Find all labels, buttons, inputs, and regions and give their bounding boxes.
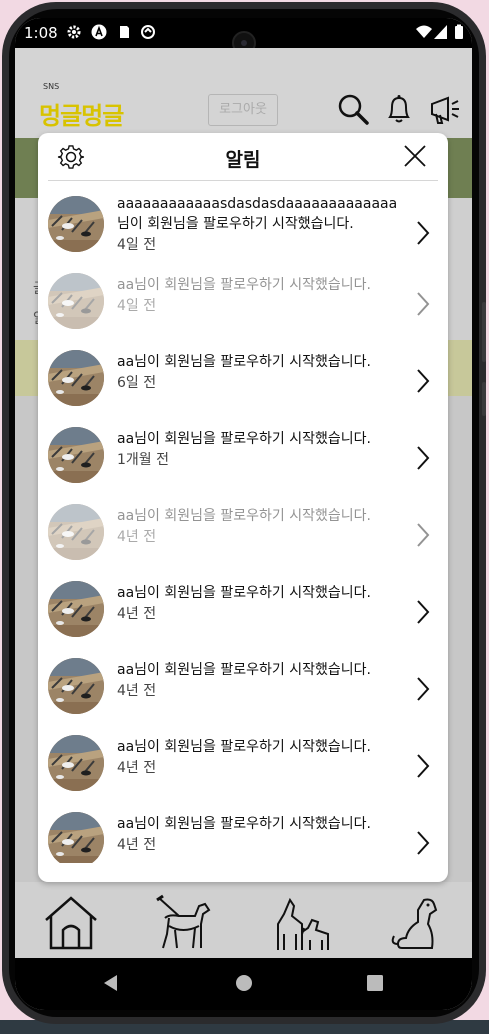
- dog-sitting-icon[interactable]: [388, 894, 446, 952]
- notification-time: 6일 전: [117, 375, 157, 391]
- notification-message: aa님이 회원님을 팔로우하기 시작했습니다.: [117, 662, 371, 678]
- volume-button: [482, 302, 486, 362]
- signal-icon: [433, 24, 449, 40]
- notification-list[interactable]: aaaaaaaaaaaasdasdasdaaaaaaaaaaaaa님이 회원님을…: [38, 183, 448, 863]
- dog-family-icon[interactable]: [272, 894, 330, 952]
- sync-icon: [140, 24, 156, 40]
- notification-time: 1개월 전: [117, 452, 169, 468]
- chevron-right-icon[interactable]: [415, 753, 431, 779]
- recents-icon[interactable]: [366, 973, 384, 997]
- notification-time: 4년 전: [117, 760, 157, 776]
- notification-time: 4년 전: [117, 529, 157, 545]
- app-header: SNS 멍글멍글 로그아웃: [15, 48, 472, 138]
- notification-message: aa님이 회원님을 팔로우하기 시작했습니다.: [117, 277, 371, 293]
- notification-time: 4일 전: [117, 237, 157, 253]
- modal-title: 알림: [225, 149, 261, 171]
- notification-item[interactable]: aa님이 회원님을 팔로우하기 시작했습니다. 4일 전: [38, 260, 448, 337]
- header-divider: [48, 180, 438, 181]
- megaphone-icon[interactable]: [428, 92, 462, 126]
- settings-icon: [66, 24, 82, 40]
- notification-item[interactable]: aa님이 회원님을 팔로우하기 시작했습니다. 4년 전: [38, 491, 448, 568]
- avatar[interactable]: [48, 504, 104, 560]
- home-icon[interactable]: [42, 894, 100, 952]
- modal-header: 알림: [38, 133, 448, 181]
- notification-message: aa님이 회원님을 팔로우하기 시작했습니다.: [117, 508, 371, 524]
- chevron-right-icon[interactable]: [415, 830, 431, 856]
- notification-item[interactable]: aaaaaaaaaaaasdasdasdaaaaaaaaaaaaa님이 회원님을…: [38, 183, 448, 260]
- avatar[interactable]: [48, 427, 104, 483]
- battery-icon: [451, 24, 467, 40]
- chevron-right-icon[interactable]: [415, 291, 431, 317]
- notification-item[interactable]: aa님이 회원님을 팔로우하기 시작했습니다. 4년 전: [38, 645, 448, 722]
- notification-message: aaaaaaaaaaaasdasdasdaaaaaaaaaaaaa님이 회원님을…: [117, 196, 398, 232]
- avatar[interactable]: [48, 196, 104, 252]
- bottom-nav: [15, 882, 472, 958]
- app-logo[interactable]: 멍글멍글: [39, 96, 124, 131]
- home-circle-icon[interactable]: [234, 973, 254, 997]
- app-a-icon: [91, 24, 107, 40]
- search-icon[interactable]: [336, 92, 370, 126]
- notification-message: aa님이 회원님을 팔로우하기 시작했습니다.: [117, 739, 371, 755]
- chevron-right-icon[interactable]: [415, 676, 431, 702]
- wifi-icon: [416, 24, 432, 40]
- notification-time: 4년 전: [117, 683, 157, 699]
- avatar[interactable]: [48, 581, 104, 637]
- chevron-right-icon[interactable]: [415, 599, 431, 625]
- avatar[interactable]: [48, 273, 104, 329]
- notification-item[interactable]: aa님이 회원님을 팔로우하기 시작했습니다. 4년 전: [38, 799, 448, 863]
- notification-time: 4년 전: [117, 837, 157, 853]
- chevron-right-icon[interactable]: [415, 522, 431, 548]
- notification-message: aa님이 회원님을 팔로우하기 시작했습니다.: [117, 431, 371, 447]
- power-button: [482, 382, 486, 416]
- bell-icon[interactable]: [382, 92, 416, 126]
- dog-walk-icon[interactable]: [155, 894, 213, 952]
- notification-time: 4일 전: [117, 298, 157, 314]
- notification-time: 4년 전: [117, 606, 157, 622]
- notification-item[interactable]: aa님이 회원님을 팔로우하기 시작했습니다. 4년 전: [38, 722, 448, 799]
- avatar[interactable]: [48, 735, 104, 791]
- avatar[interactable]: [48, 812, 104, 863]
- back-icon[interactable]: [101, 973, 119, 997]
- chevron-right-icon[interactable]: [415, 220, 431, 246]
- status-time: 1:08: [24, 24, 58, 42]
- sd-card-icon: [116, 24, 132, 40]
- status-bar: 1:08: [15, 18, 472, 55]
- notification-modal: 알림 aaaaaaaaaaaasdasdasdaaaaaaaaaaaaa님이 회…: [38, 133, 448, 882]
- chevron-right-icon[interactable]: [415, 445, 431, 471]
- notification-message: aa님이 회원님을 팔로우하기 시작했습니다.: [117, 354, 371, 370]
- notification-item[interactable]: aa님이 회원님을 팔로우하기 시작했습니다. 6일 전: [38, 337, 448, 414]
- notification-message: aa님이 회원님을 팔로우하기 시작했습니다.: [117, 585, 371, 601]
- notification-item[interactable]: aa님이 회원님을 팔로우하기 시작했습니다. 1개월 전: [38, 414, 448, 491]
- system-nav-bar: [15, 958, 472, 1010]
- chevron-right-icon[interactable]: [415, 368, 431, 394]
- logo-caption: SNS: [43, 82, 60, 91]
- logout-button[interactable]: 로그아웃: [208, 94, 278, 126]
- avatar[interactable]: [48, 658, 104, 714]
- avatar[interactable]: [48, 350, 104, 406]
- close-icon[interactable]: [402, 143, 428, 169]
- notification-message: aa님이 회원님을 팔로우하기 시작했습니다.: [117, 816, 371, 832]
- notification-item[interactable]: aa님이 회원님을 팔로우하기 시작했습니다. 4년 전: [38, 568, 448, 645]
